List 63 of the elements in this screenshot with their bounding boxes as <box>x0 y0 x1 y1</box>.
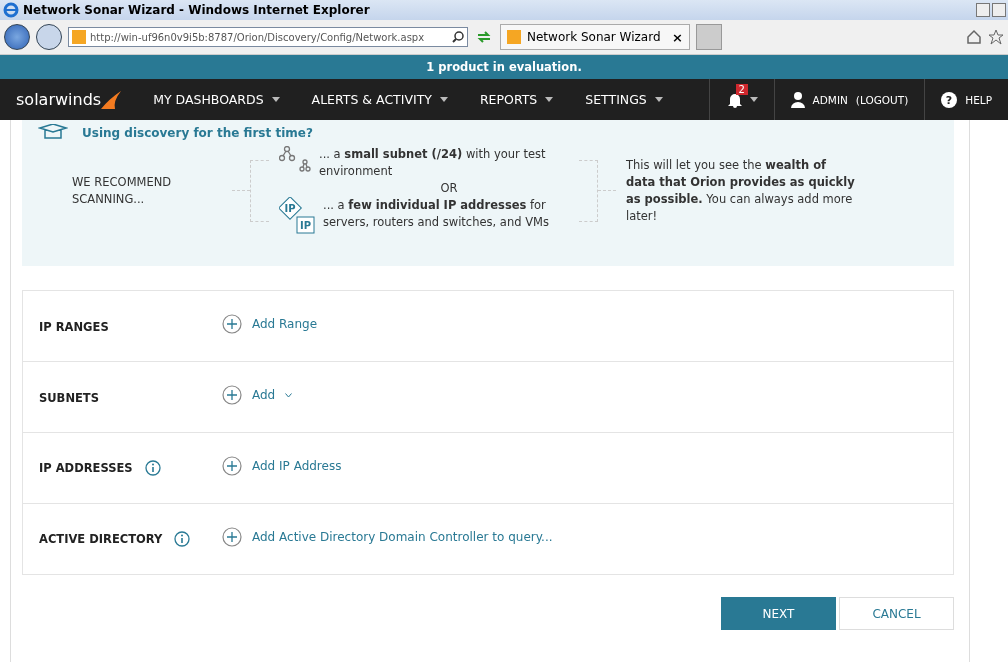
nav-menu[interactable]: ALERTS & ACTIVITY <box>295 92 464 107</box>
help-link[interactable]: HELP <box>965 93 992 106</box>
site-icon <box>507 30 521 44</box>
add-link[interactable]: Add Active Directory Domain Controller to query... <box>252 530 553 544</box>
connector-line <box>598 190 616 191</box>
bracket-line <box>250 159 269 222</box>
site-icon <box>72 30 86 44</box>
logo[interactable]: solarwinds <box>0 90 138 109</box>
connector-line <box>232 190 250 191</box>
add-icon[interactable] <box>222 385 242 405</box>
scan-option-text: ... a few individual IP addresses for servers, routers and switches, and VMs <box>323 197 550 231</box>
add-link[interactable]: Add <box>252 388 276 402</box>
add-icon[interactable] <box>222 527 242 547</box>
close-tab-button[interactable]: × <box>672 29 683 45</box>
nav-menu[interactable]: REPORTS <box>463 92 570 107</box>
user-name: ADMIN <box>812 93 848 106</box>
add-icon[interactable] <box>222 314 242 334</box>
caret-icon <box>439 97 448 102</box>
chevron-down-icon[interactable] <box>285 392 293 398</box>
address-field[interactable]: http://win-uf96n0v9i5b:8787/Orion/Discovery/Config/Network.aspx <box>68 27 468 47</box>
info-title: Using discovery for the first time? <box>82 126 313 140</box>
star-icon[interactable] <box>988 29 1004 45</box>
browser-tab[interactable]: Network Sonar Wizard × <box>500 24 690 50</box>
add-link[interactable]: Add IP Address <box>252 459 342 473</box>
info-icon[interactable] <box>174 531 191 547</box>
recommendation-text: WE RECOMMEND SCANNING... <box>71 173 173 208</box>
notification-count: 2 <box>735 84 748 95</box>
section-label: IP RANGES <box>39 319 109 334</box>
add-icon[interactable] <box>222 456 242 476</box>
nav-menu[interactable]: MY DASHBOARDS <box>137 92 296 107</box>
or-separator: OR <box>439 180 459 197</box>
info-note: This will let you see the wealth of data that Orion provides as quickly as possible. You can always add more later! <box>626 156 856 225</box>
graduation-cap-icon <box>38 124 68 142</box>
home-icon[interactable] <box>966 29 982 45</box>
evaluation-banner: 1 product in evaluation. <box>0 55 1008 79</box>
section-label: IP ADDRESSES <box>39 461 133 475</box>
wizard-button[interactable]: NEXT <box>721 597 836 630</box>
caret-icon <box>749 97 758 102</box>
section-label: ACTIVE DIRECTORY <box>39 532 163 546</box>
window-title: Network Sonar Wizard - Windows Internet Explorer <box>23 3 370 17</box>
info-icon[interactable] <box>144 460 161 476</box>
scan-option-text: ... a small subnet (/24) with your test environment <box>319 146 547 180</box>
section-label: SUBNETS <box>39 390 99 405</box>
bracket-line <box>579 159 598 222</box>
wizard-button[interactable]: CANCEL <box>839 597 954 630</box>
caret-icon <box>545 97 554 102</box>
address-text: http://win-uf96n0v9i5b:8787/Orion/Discovery/Config/Network.aspx <box>90 31 425 43</box>
caret-icon <box>654 97 663 102</box>
caret-icon <box>271 97 280 102</box>
minimize-button[interactable] <box>976 3 990 17</box>
logout-link[interactable]: (LOGOUT) <box>855 93 909 106</box>
bell-icon <box>727 91 742 108</box>
user-icon <box>790 91 805 108</box>
back-button[interactable] <box>4 24 30 50</box>
search-icon <box>452 31 464 43</box>
forward-button[interactable] <box>36 24 62 50</box>
add-link[interactable]: Add Range <box>252 317 318 331</box>
help-icon: ? <box>941 91 958 108</box>
browser-logo-icon <box>3 2 19 18</box>
logo-icon <box>101 91 122 109</box>
restore-button[interactable] <box>992 3 1006 17</box>
network-nodes-icon <box>279 146 311 174</box>
nav-menu[interactable]: SETTINGS <box>569 92 679 107</box>
